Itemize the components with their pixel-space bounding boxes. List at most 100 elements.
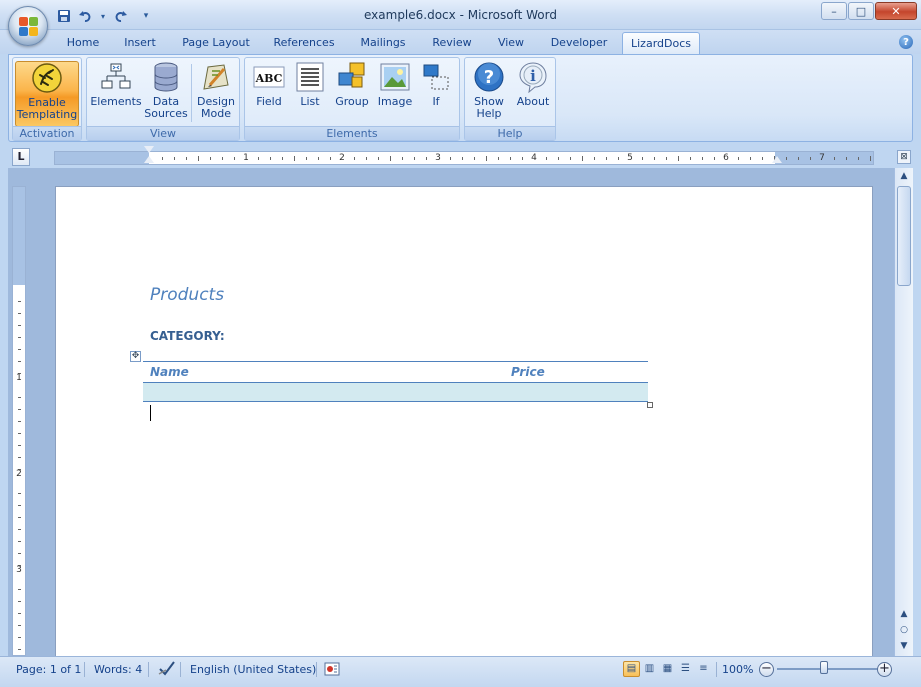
word-count[interactable]: Words: 4 bbox=[94, 663, 142, 676]
image-button[interactable]: Image bbox=[375, 61, 415, 127]
enable-templating-label-2: Templating bbox=[16, 108, 78, 121]
tab-view[interactable]: View bbox=[490, 36, 532, 54]
ruler-left-margin bbox=[55, 152, 149, 164]
close-button[interactable]: ✕ bbox=[875, 2, 917, 20]
status-separator bbox=[180, 662, 181, 677]
next-page-button[interactable]: ▼ bbox=[896, 638, 912, 654]
help-icon[interactable]: ? bbox=[899, 35, 913, 49]
tab-review[interactable]: Review bbox=[424, 36, 480, 54]
vertical-ruler[interactable]: 1 2 3 bbox=[12, 186, 26, 656]
zoom-slider-thumb[interactable] bbox=[820, 661, 828, 674]
ruler-tick bbox=[318, 157, 319, 160]
hanging-indent-handle[interactable] bbox=[144, 156, 154, 163]
ruler-tick bbox=[486, 156, 487, 161]
document-title[interactable]: Products bbox=[150, 285, 224, 305]
ruler-tick bbox=[678, 156, 679, 161]
tab-selector-button[interactable]: L bbox=[12, 148, 30, 166]
about-button[interactable]: i About bbox=[511, 61, 555, 127]
zoom-in-button[interactable]: + bbox=[877, 662, 892, 677]
table-resize-handle[interactable] bbox=[647, 402, 653, 408]
tab-home[interactable]: Home bbox=[60, 36, 106, 54]
ruler-tick bbox=[702, 157, 703, 160]
list-button[interactable]: List bbox=[291, 61, 329, 127]
outline-view-button[interactable]: ☰ bbox=[677, 661, 694, 677]
ruler-tick bbox=[570, 157, 571, 160]
elements-label: Elements bbox=[90, 95, 142, 108]
vertical-ruler-tick bbox=[18, 505, 21, 506]
ruler-tick bbox=[366, 157, 367, 160]
vertical-ruler-tick bbox=[18, 433, 21, 434]
zoom-out-button[interactable]: − bbox=[759, 662, 774, 677]
office-button[interactable] bbox=[8, 6, 48, 46]
minimize-button[interactable]: – bbox=[821, 2, 847, 20]
ruler-tick bbox=[858, 157, 859, 160]
data-sources-button[interactable]: Data Sources bbox=[143, 61, 189, 127]
if-button[interactable]: If bbox=[417, 61, 455, 127]
column-header-price[interactable]: Price bbox=[511, 365, 545, 379]
tab-insert[interactable]: Insert bbox=[116, 36, 164, 54]
ruler-tick bbox=[810, 157, 811, 160]
design-mode-icon bbox=[200, 61, 232, 93]
maximize-button[interactable]: □ bbox=[848, 2, 874, 20]
tab-mailings[interactable]: Mailings bbox=[352, 36, 414, 54]
ruler-tick bbox=[834, 157, 835, 160]
ruler-tick bbox=[378, 157, 379, 160]
data-sources-label-2: Sources bbox=[144, 107, 188, 120]
abc-field-icon: ABC bbox=[253, 61, 285, 93]
database-icon bbox=[150, 61, 182, 93]
vertical-ruler-tick bbox=[18, 601, 21, 602]
show-help-button[interactable]: ? Show Help bbox=[467, 61, 511, 127]
web-layout-view-button[interactable]: ▦ bbox=[659, 661, 676, 677]
horizontal-ruler[interactable]: 1 2 3 4 5 6 7 bbox=[54, 151, 874, 165]
vertical-ruler-tick bbox=[18, 325, 21, 326]
category-label[interactable]: CATEGORY: bbox=[150, 329, 225, 343]
group-label-view: View bbox=[87, 126, 239, 140]
design-mode-button[interactable]: Design Mode bbox=[193, 61, 239, 127]
ruler-tick bbox=[474, 157, 475, 160]
about-label: About bbox=[516, 95, 550, 108]
vertical-ruler-tick bbox=[18, 337, 21, 338]
table-move-handle-icon[interactable]: ✥ bbox=[130, 351, 141, 362]
ruler-tick bbox=[750, 157, 751, 160]
group-button[interactable]: Group bbox=[331, 61, 373, 127]
tab-references[interactable]: References bbox=[266, 36, 342, 54]
ruler-tick bbox=[414, 157, 415, 160]
scroll-thumb[interactable] bbox=[897, 186, 911, 286]
zoom-slider-track[interactable] bbox=[777, 668, 879, 670]
ruler-tick bbox=[222, 157, 223, 160]
info-icon: i bbox=[517, 61, 549, 94]
table-row[interactable] bbox=[143, 382, 648, 402]
document-page[interactable]: Products CATEGORY: ✥ Name Price bbox=[55, 186, 873, 656]
zoom-level[interactable]: 100% bbox=[722, 663, 753, 676]
help-icon: ? bbox=[473, 61, 505, 93]
first-line-indent-handle[interactable] bbox=[144, 146, 154, 153]
field-button[interactable]: ABC Field bbox=[249, 61, 289, 127]
ruler-tick bbox=[546, 157, 547, 160]
page-count[interactable]: Page: 1 of 1 bbox=[16, 663, 81, 676]
draft-view-button[interactable]: ≡ bbox=[695, 661, 712, 677]
vertical-ruler-top-margin bbox=[13, 187, 25, 285]
vertical-scrollbar[interactable]: ▲ ▲ ○ ▼ bbox=[894, 168, 913, 656]
select-browse-object-button[interactable]: ○ bbox=[896, 622, 912, 638]
group-icon bbox=[336, 61, 368, 93]
table-header-row: Name Price bbox=[143, 361, 648, 382]
enable-templating-button[interactable]: Enable Templating bbox=[15, 61, 79, 127]
column-header-name[interactable]: Name bbox=[150, 365, 189, 379]
full-screen-reading-view-button[interactable]: ▥ bbox=[641, 661, 658, 677]
print-layout-view-button[interactable]: ▤ bbox=[623, 661, 640, 677]
window-controls: – □ ✕ bbox=[821, 2, 917, 20]
previous-page-button[interactable]: ▲ bbox=[896, 606, 912, 622]
view-ruler-icon[interactable]: ⊠ bbox=[897, 150, 911, 164]
proofing-icon[interactable] bbox=[158, 660, 176, 679]
vertical-ruler-tick bbox=[18, 517, 21, 518]
tab-page-layout[interactable]: Page Layout bbox=[176, 36, 256, 54]
language-indicator[interactable]: English (United States) bbox=[190, 663, 316, 676]
right-indent-handle[interactable] bbox=[772, 156, 782, 163]
ribbon-group-elements: ABC Field List Group Image If Elements bbox=[244, 57, 460, 141]
tab-developer[interactable]: Developer bbox=[544, 36, 614, 54]
tab-lizarddocs[interactable]: LizardDocs bbox=[622, 32, 700, 55]
elements-button[interactable]: Elements bbox=[89, 61, 143, 127]
scroll-up-button[interactable]: ▲ bbox=[896, 168, 912, 184]
macro-record-icon[interactable] bbox=[324, 661, 340, 680]
ruler-number: 6 bbox=[723, 153, 729, 163]
